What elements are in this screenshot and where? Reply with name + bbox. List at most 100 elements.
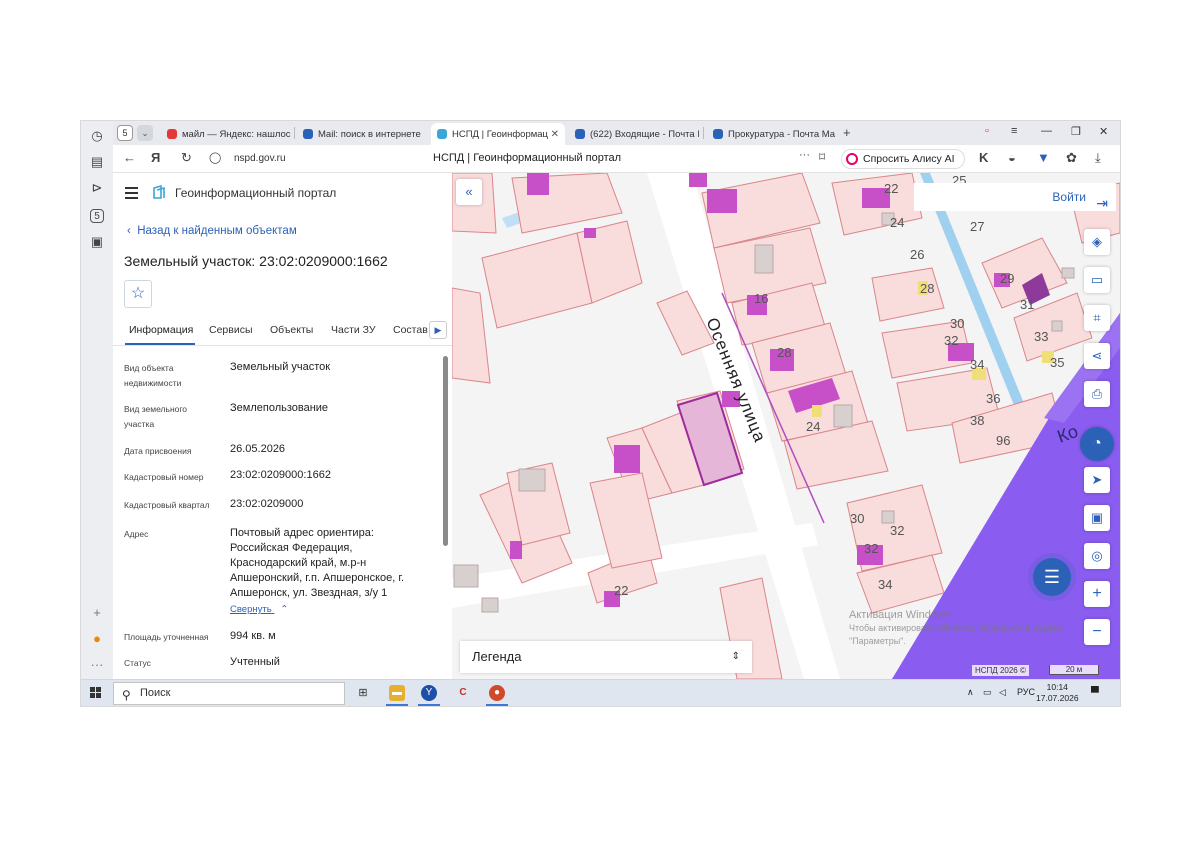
- ask-alice-button[interactable]: Спросить Алису AI: [841, 149, 965, 169]
- prop-value-object-type: Земельный участок: [230, 361, 331, 373]
- outbuilding: [881, 510, 895, 524]
- language-indicator[interactable]: РУС: [1017, 687, 1035, 697]
- house-number: 24: [806, 419, 820, 434]
- back-link-label: Назад к найденным объектам: [137, 225, 297, 237]
- tabs-dropdown-icon[interactable]: ⌄: [137, 125, 153, 141]
- tab-prosecutor[interactable]: Прокуратура - Почта Ма: [707, 123, 837, 145]
- yandex-logo-icon[interactable]: Я: [151, 150, 160, 165]
- screen-icon[interactable]: ▣: [88, 233, 106, 251]
- cadastral-map[interactable]: 25 22 24 27 26 29 31 28 16 30 33 32 35 2…: [452, 173, 1120, 679]
- add-icon[interactable]: +: [88, 603, 106, 621]
- play-icon[interactable]: ⊳: [88, 179, 106, 197]
- select-area-button[interactable]: ⌗: [1084, 305, 1110, 331]
- active-tab-indicator: [125, 343, 195, 345]
- tab-nspd[interactable]: НСПД | Геоинформац ✕: [431, 123, 565, 145]
- volume-icon[interactable]: ◁: [999, 687, 1006, 698]
- windows-start-icon[interactable]: [90, 687, 102, 699]
- kinopoisk-icon[interactable]: K: [979, 150, 988, 165]
- parcel[interactable]: [481, 232, 593, 329]
- tab-objects[interactable]: Объекты: [270, 324, 313, 336]
- back-to-results-link[interactable]: ‹ Назад к найденным объектам: [127, 225, 297, 237]
- download-icon[interactable]: ⤓: [1095, 150, 1101, 166]
- map-view[interactable]: 25 22 24 27 26 29 31 28 16 30 33 32 35 2…: [452, 173, 1120, 679]
- prop-value-parcel-type: Землепользование: [230, 402, 329, 414]
- tab-composition[interactable]: Состав: [393, 324, 428, 336]
- taskbar-search-input[interactable]: ⚲ Поиск: [113, 682, 345, 705]
- history-icon[interactable]: ◷: [88, 127, 106, 145]
- reload-icon[interactable]: ↻: [181, 150, 192, 166]
- new-tab-icon[interactable]: +: [843, 125, 851, 140]
- tab-count-badge[interactable]: 5: [117, 125, 133, 141]
- notification-icon[interactable]: ▫: [985, 125, 989, 137]
- layers-button[interactable]: ◈: [1084, 229, 1110, 255]
- bookmark-icon[interactable]: ⌑: [819, 150, 825, 164]
- menu-icon[interactable]: ≡: [1011, 125, 1017, 137]
- tray-expand-icon[interactable]: ∧: [967, 687, 974, 698]
- chat-button[interactable]: ☰: [1033, 558, 1071, 596]
- house-number: 22: [614, 583, 628, 598]
- task-view-icon[interactable]: ⊞: [355, 685, 371, 701]
- parcel[interactable]: [452, 287, 491, 384]
- zoom-out-button[interactable]: −: [1084, 619, 1110, 645]
- house-number: 27: [970, 219, 984, 234]
- window-close-icon[interactable]: ✕: [1099, 125, 1108, 138]
- tab-mail-search[interactable]: Mail: поиск в интернете: [297, 123, 427, 145]
- more-icon[interactable]: ···: [88, 655, 106, 673]
- tab-inbox[interactable]: (622) Входящие - Почта M: [569, 123, 699, 145]
- close-tab-icon[interactable]: ✕: [551, 129, 559, 140]
- browser-sidebar: ◷ ▤ ⊳ 5 ▣ + ● ···: [81, 121, 113, 679]
- tab-parts[interactable]: Части ЗУ: [331, 324, 376, 336]
- restore-icon[interactable]: ❐: [1071, 125, 1081, 138]
- yandex-browser-icon[interactable]: Y: [421, 685, 437, 701]
- collapse-link[interactable]: Свернуть ⌃: [230, 604, 288, 615]
- collapse-panel-button[interactable]: «: [456, 179, 482, 205]
- mail-icon: [713, 129, 723, 139]
- login-button[interactable]: Войти ⇥: [914, 183, 1116, 211]
- locate-button[interactable]: ➤: [1084, 467, 1110, 493]
- back-icon[interactable]: ←: [123, 150, 136, 165]
- mail-app-icon[interactable]: ●: [88, 629, 106, 647]
- screen: ◷ ▤ ⊳ 5 ▣ + ● ··· 5 ⌄ майл — Яндекс: наш…: [81, 121, 1120, 706]
- minimap-button[interactable]: ▣: [1084, 505, 1110, 531]
- tabs-scroll-right-icon[interactable]: ▶: [429, 321, 447, 339]
- zoom-in-button[interactable]: +: [1084, 581, 1110, 607]
- favorite-button[interactable]: ☆: [124, 280, 152, 308]
- assistant-button[interactable]: ◔: [1080, 427, 1114, 461]
- puzzle-icon[interactable]: ✿: [1066, 150, 1077, 166]
- address-bar: ← Я ↻ ◯ nspd.gov.ru НСПД | Геоинформацио…: [113, 145, 1120, 173]
- tabs-divider: [113, 345, 452, 346]
- ruler-button[interactable]: ▭: [1084, 267, 1110, 293]
- house-number: 30: [950, 316, 964, 331]
- file-explorer-icon[interactable]: ▬: [389, 685, 405, 701]
- tab-info[interactable]: Информация: [129, 324, 193, 336]
- outbuilding: [754, 244, 774, 274]
- shield-extension-icon[interactable]: ▼: [1037, 150, 1050, 165]
- shield-icon[interactable]: ◯: [209, 151, 221, 164]
- house-number: 96: [996, 433, 1010, 448]
- url-field[interactable]: nspd.gov.ru: [234, 153, 286, 164]
- taskbar-clock[interactable]: 10:14 17.07.2026: [1036, 682, 1079, 704]
- app-icon-c[interactable]: C: [455, 685, 471, 701]
- extension-icon[interactable]: ◒: [1008, 150, 1016, 165]
- tabs-count-icon[interactable]: 5: [90, 209, 104, 223]
- prop-value-address: Почтовый адрес ориентира: Российская Фед…: [230, 527, 405, 599]
- outbuilding: [833, 404, 853, 428]
- notifications-icon[interactable]: ▀: [1091, 687, 1099, 699]
- tab-services[interactable]: Сервисы: [209, 324, 253, 336]
- hamburger-menu-icon[interactable]: [125, 187, 138, 202]
- legend-dropdown[interactable]: Легенда ⇕: [460, 641, 752, 673]
- network-icon[interactable]: ▭: [983, 687, 992, 698]
- tab-yandex-search[interactable]: майл — Яндекс: нашлось: [161, 123, 291, 145]
- building-yellow: [812, 405, 822, 417]
- print-button[interactable]: ⎙: [1084, 381, 1110, 407]
- page-menu-icon[interactable]: ···: [799, 149, 810, 161]
- house-number: 24: [890, 215, 904, 230]
- minimize-icon[interactable]: —: [1041, 125, 1052, 137]
- geolocation-button[interactable]: ◎: [1084, 543, 1110, 569]
- house-number: 30: [850, 511, 864, 526]
- panel-scrollbar[interactable]: [443, 356, 448, 546]
- collections-icon[interactable]: ▤: [88, 153, 106, 171]
- chrome-icon[interactable]: ●: [489, 685, 505, 701]
- share-button[interactable]: ⋖: [1084, 343, 1110, 369]
- search-icon: ⚲: [122, 688, 131, 702]
